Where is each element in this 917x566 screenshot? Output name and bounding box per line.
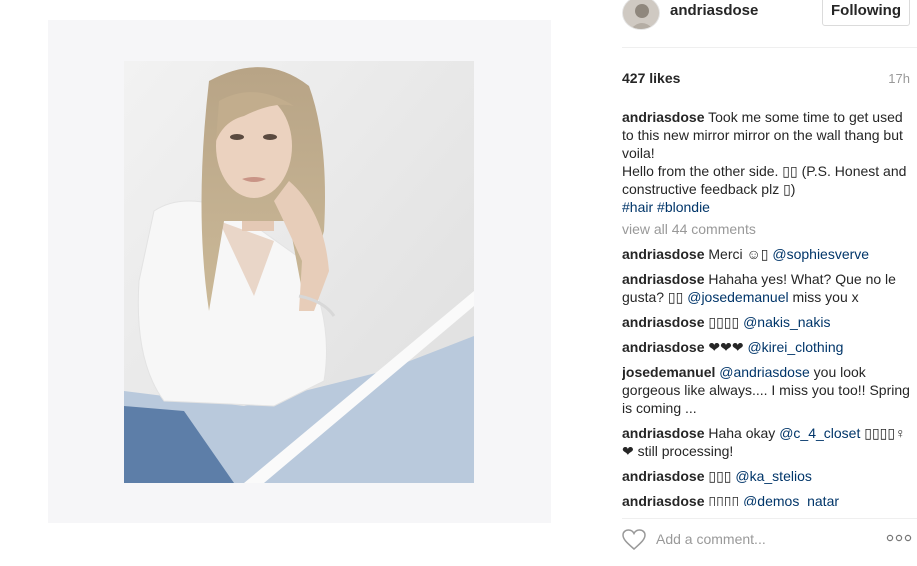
- comment-username[interactable]: andriasdose: [622, 246, 704, 262]
- comment-username[interactable]: andriasdose: [622, 468, 704, 484]
- comment-mention[interactable]: @c_4_closet: [779, 425, 860, 441]
- photo-illustration: [124, 61, 474, 483]
- hashtag-blondie[interactable]: #blondie: [657, 199, 710, 215]
- comment-username[interactable]: andriasdose: [622, 425, 704, 441]
- comments-list[interactable]: andriasdose Took me some time to get use…: [622, 108, 910, 506]
- comment: andriasdose ▯▯▯ @ka_stelios: [622, 467, 910, 485]
- heart-icon[interactable]: [622, 529, 646, 551]
- likes-row: 427 likes 17h: [622, 70, 910, 90]
- comment-username[interactable]: andriasdose: [622, 493, 704, 506]
- caption: andriasdose Took me some time to get use…: [622, 108, 910, 216]
- comment: andriasdose Hahaha yes! What? Que no le …: [622, 270, 910, 306]
- post-panel: andriasdose Following 427 likes 17h andr…: [622, 0, 917, 566]
- post-time[interactable]: 17h: [888, 71, 910, 86]
- comment-text: ▯▯▯: [708, 468, 736, 484]
- post-photo[interactable]: [124, 61, 474, 483]
- comment-text-after: miss you x: [788, 289, 859, 305]
- comment: andriasdose Haha okay @c_4_closet ▯▯▯▯♀❤…: [622, 424, 910, 460]
- comment-footer: [622, 518, 917, 558]
- comment-text: ▯▯▯▯: [708, 314, 744, 330]
- comment-mention[interactable]: @kirei_clothing: [747, 339, 843, 355]
- post-username[interactable]: andriasdose: [670, 2, 758, 19]
- comment-username[interactable]: andriasdose: [622, 314, 704, 330]
- comment-text: ▯▯▯▯: [708, 493, 744, 506]
- comment: andriasdose ▯▯▯▯ @demos_natar: [622, 492, 910, 506]
- likes-count[interactable]: 427 likes: [622, 70, 680, 86]
- comment-mention[interactable]: @andriasdose: [719, 364, 810, 380]
- comment: andriasdose Merci ☺▯ @sophiesverve: [622, 245, 910, 263]
- comment: andriasdose ▯▯▯▯ @nakis_nakis: [622, 313, 910, 331]
- avatar-image: [623, 0, 659, 29]
- hashtag-hair[interactable]: #hair: [622, 199, 653, 215]
- caption-username[interactable]: andriasdose: [622, 109, 704, 125]
- comment-username[interactable]: andriasdose: [622, 339, 704, 355]
- comment-username[interactable]: josedemanuel: [622, 364, 715, 380]
- add-comment-input[interactable]: [656, 528, 876, 550]
- comment-text: Haha okay: [708, 425, 780, 441]
- avatar[interactable]: [622, 0, 660, 30]
- comment-text: ❤❤❤: [708, 339, 748, 355]
- comment-mention[interactable]: @josedemanuel: [687, 289, 788, 305]
- comment-username[interactable]: andriasdose: [622, 271, 704, 287]
- comment: josedemanuel @andriasdose you look gorge…: [622, 363, 910, 417]
- comment: andriasdose ❤❤❤ @kirei_clothing: [622, 338, 910, 356]
- comment-text: Merci ☺▯: [708, 246, 773, 262]
- comment-mention[interactable]: @demos_natar: [743, 493, 839, 506]
- following-button[interactable]: Following: [822, 0, 910, 26]
- comment-mention[interactable]: @sophiesverve: [772, 246, 869, 262]
- comment-mention[interactable]: @ka_stelios: [735, 468, 811, 484]
- caption-line2: Hello from the other side. ▯▯ (P.S. Hone…: [622, 163, 907, 197]
- comment-mention[interactable]: @nakis_nakis: [743, 314, 830, 330]
- view-all-comments-link[interactable]: view all 44 comments: [622, 220, 910, 238]
- more-options-icon[interactable]: [886, 531, 912, 545]
- post-header: andriasdose Following: [622, 0, 917, 48]
